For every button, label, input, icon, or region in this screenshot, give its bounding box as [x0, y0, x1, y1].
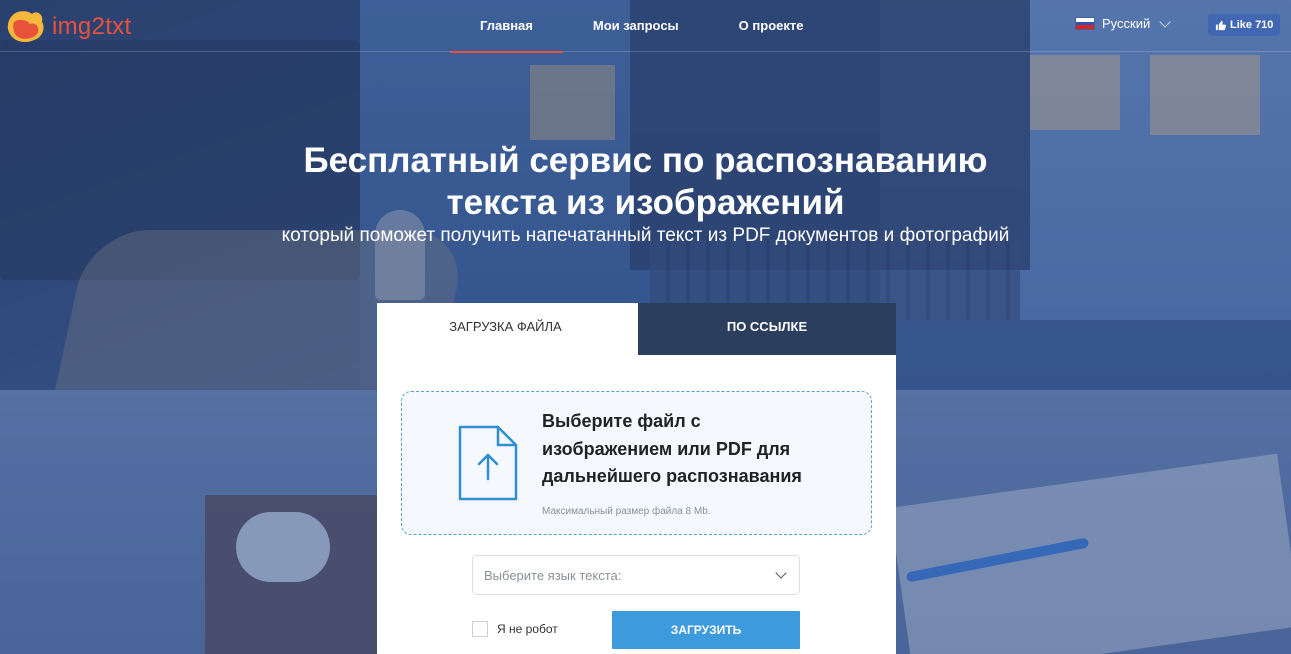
- select-placeholder: Выберите язык текста:: [484, 568, 622, 583]
- upload-button[interactable]: ЗАГРУЗИТЬ: [612, 611, 800, 649]
- logo-text: img2txt: [52, 13, 132, 40]
- language-selector[interactable]: Русский: [1075, 15, 1171, 31]
- logo[interactable]: img2txt: [6, 8, 131, 46]
- hero-title: Бесплатный сервис по распознаванию текст…: [0, 140, 1291, 224]
- captcha-label: Я не робот: [497, 622, 558, 636]
- dropzone-text: Выберите файл с изображением или PDF для…: [542, 411, 802, 486]
- chevron-down-icon: [1159, 15, 1171, 28]
- checkbox[interactable]: [472, 621, 488, 637]
- tab-file-upload[interactable]: ЗАГРУЗКА ФАЙЛА: [377, 303, 634, 355]
- captcha-checkbox[interactable]: Я не робот: [472, 621, 558, 637]
- nav-about[interactable]: О проекте: [709, 0, 834, 52]
- file-dropzone[interactable]: Выберите файл с изображением или PDF для…: [401, 391, 872, 535]
- facebook-like-label: Like 710: [1230, 19, 1274, 31]
- thumbs-up-icon: [1215, 20, 1226, 30]
- russia-flag-icon: [1075, 17, 1095, 30]
- nav-my-requests[interactable]: Мои запросы: [563, 0, 709, 52]
- upload-tabs: ЗАГРУЗКА ФАЙЛА ПО ССЫЛКЕ: [377, 303, 896, 355]
- hero-subtitle: который поможет получить напечатанный те…: [281, 225, 1010, 246]
- text-language-select[interactable]: Выберите язык текста:: [472, 555, 800, 595]
- max-file-size-note: Максимальный размер файла 8 Mb.: [542, 506, 711, 517]
- hero-title-line-1: Бесплатный сервис по распознаванию: [303, 141, 988, 180]
- main-nav: Главная Мои запросы О проекте: [450, 0, 834, 53]
- language-label: Русский: [1102, 16, 1151, 31]
- nav-home[interactable]: Главная: [450, 0, 563, 53]
- file-upload-icon: [458, 425, 518, 501]
- upload-card: ЗАГРУЗКА ФАЙЛА ПО ССЫЛКЕ Выберите файл с…: [377, 303, 896, 654]
- logo-icon: [6, 8, 48, 46]
- chevron-down-icon: [775, 567, 787, 579]
- top-header: img2txt Главная Мои запросы О проекте Ру…: [0, 0, 1291, 53]
- hero-title-line-2: текста из изображений: [446, 183, 845, 222]
- tab-by-link[interactable]: ПО ССЫЛКЕ: [634, 303, 896, 355]
- facebook-like-button[interactable]: Like 710: [1208, 14, 1281, 36]
